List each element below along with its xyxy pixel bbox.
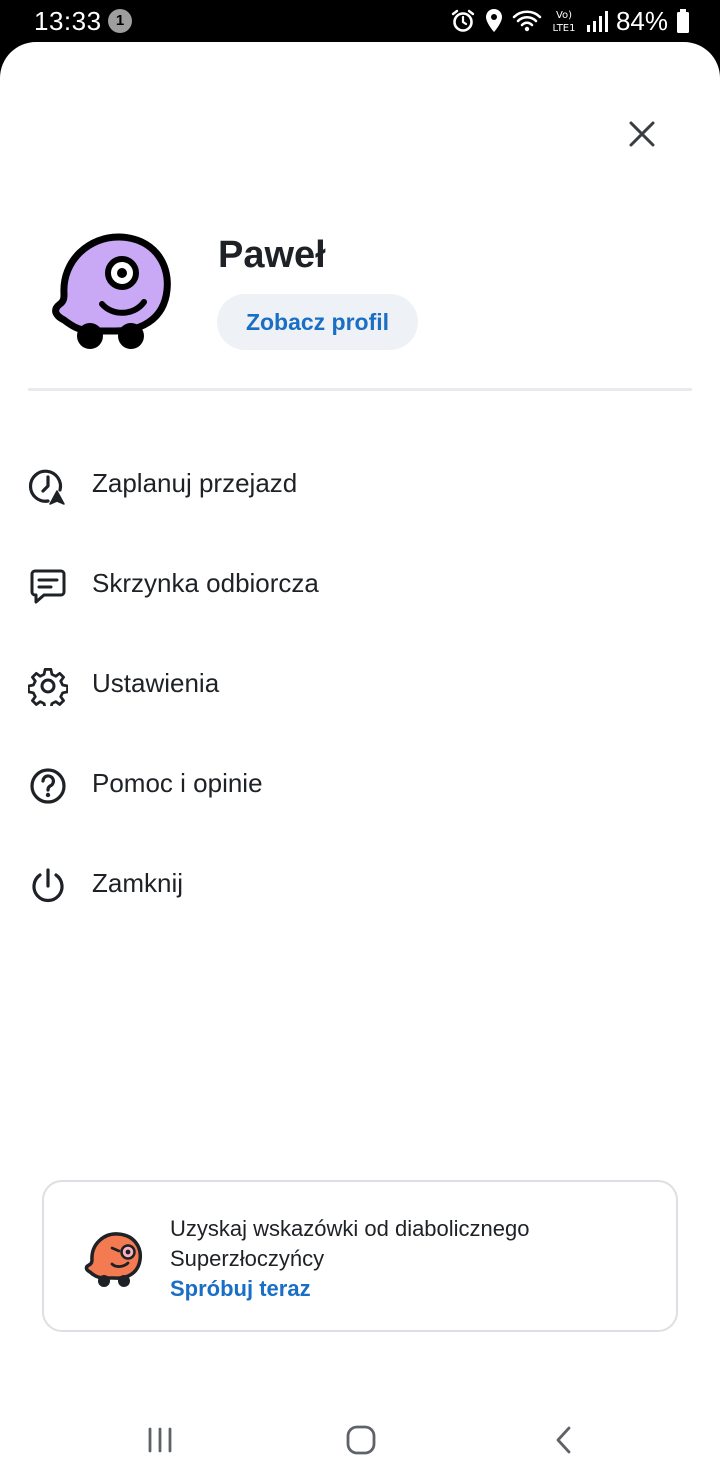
status-time: 13:33: [34, 6, 102, 36]
wifi-icon: [512, 10, 542, 32]
recent-apps-button[interactable]: [130, 1418, 190, 1462]
close-icon: [629, 121, 655, 147]
menu-sheet: Paweł Zobacz profil Zaplanuj przejazd Sk…: [0, 42, 720, 1480]
menu-item-label: Skrzynka odbiorcza: [92, 568, 319, 598]
avatar: [52, 233, 171, 349]
promo-text: Uzyskaj wskazówki od diabolicznego Super…: [170, 1216, 530, 1271]
battery-icon: [677, 9, 689, 33]
menu-list: Zaplanuj przejazd Skrzynka odbiorcza Ust…: [0, 434, 720, 934]
plan-drive-clock-icon: [28, 469, 65, 505]
menu-item-quit[interactable]: Zamknij: [0, 834, 720, 934]
notification-count-badge: 1: [108, 9, 132, 33]
battery-level: 84%: [615, 5, 668, 36]
signal-icon: [586, 11, 608, 32]
settings-gear-icon: [28, 668, 68, 706]
menu-item-settings[interactable]: Ustawienia: [0, 634, 720, 734]
villain-waze-icon: [84, 1232, 143, 1287]
recent-apps-icon: [148, 1427, 172, 1453]
svg-text:LTE1: LTE1: [552, 23, 575, 34]
home-button[interactable]: [331, 1418, 391, 1462]
status-icons: Vo) LTE1 84%: [450, 6, 690, 36]
location-icon: [485, 9, 502, 32]
view-profile-button[interactable]: Zobacz profil: [217, 294, 418, 350]
user-name: Paweł: [218, 234, 326, 276]
menu-item-inbox[interactable]: Skrzynka odbiorcza: [0, 534, 720, 634]
try-now-link[interactable]: Spróbuj teraz: [170, 1276, 311, 1302]
home-icon: [346, 1425, 376, 1455]
divider: [28, 388, 692, 391]
volte-icon: Vo) LTE1: [552, 10, 575, 34]
menu-item-label: Ustawienia: [92, 668, 220, 698]
svg-text:Vo): Vo): [556, 10, 572, 21]
menu-item-label: Zamknij: [92, 868, 184, 898]
system-navigation-bar: [0, 1402, 720, 1480]
power-icon: [32, 868, 64, 903]
menu-item-help[interactable]: Pomoc i opinie: [0, 734, 720, 834]
inbox-message-icon: [30, 569, 66, 604]
back-chevron-icon: [556, 1426, 571, 1454]
menu-item-label: Pomoc i opinie: [92, 768, 263, 798]
menu-item-plan-drive[interactable]: Zaplanuj przejazd: [0, 434, 720, 534]
back-button[interactable]: [534, 1418, 594, 1462]
status-bar: 13:33 1 Vo) LTE1 84%: [0, 0, 720, 44]
close-button[interactable]: [614, 106, 670, 162]
alarm-icon: [451, 9, 475, 32]
villain-voice-promo-card[interactable]: Uzyskaj wskazówki od diabolicznego Super…: [42, 1180, 678, 1332]
help-question-icon: [30, 768, 66, 804]
menu-item-label: Zaplanuj przejazd: [92, 468, 298, 498]
